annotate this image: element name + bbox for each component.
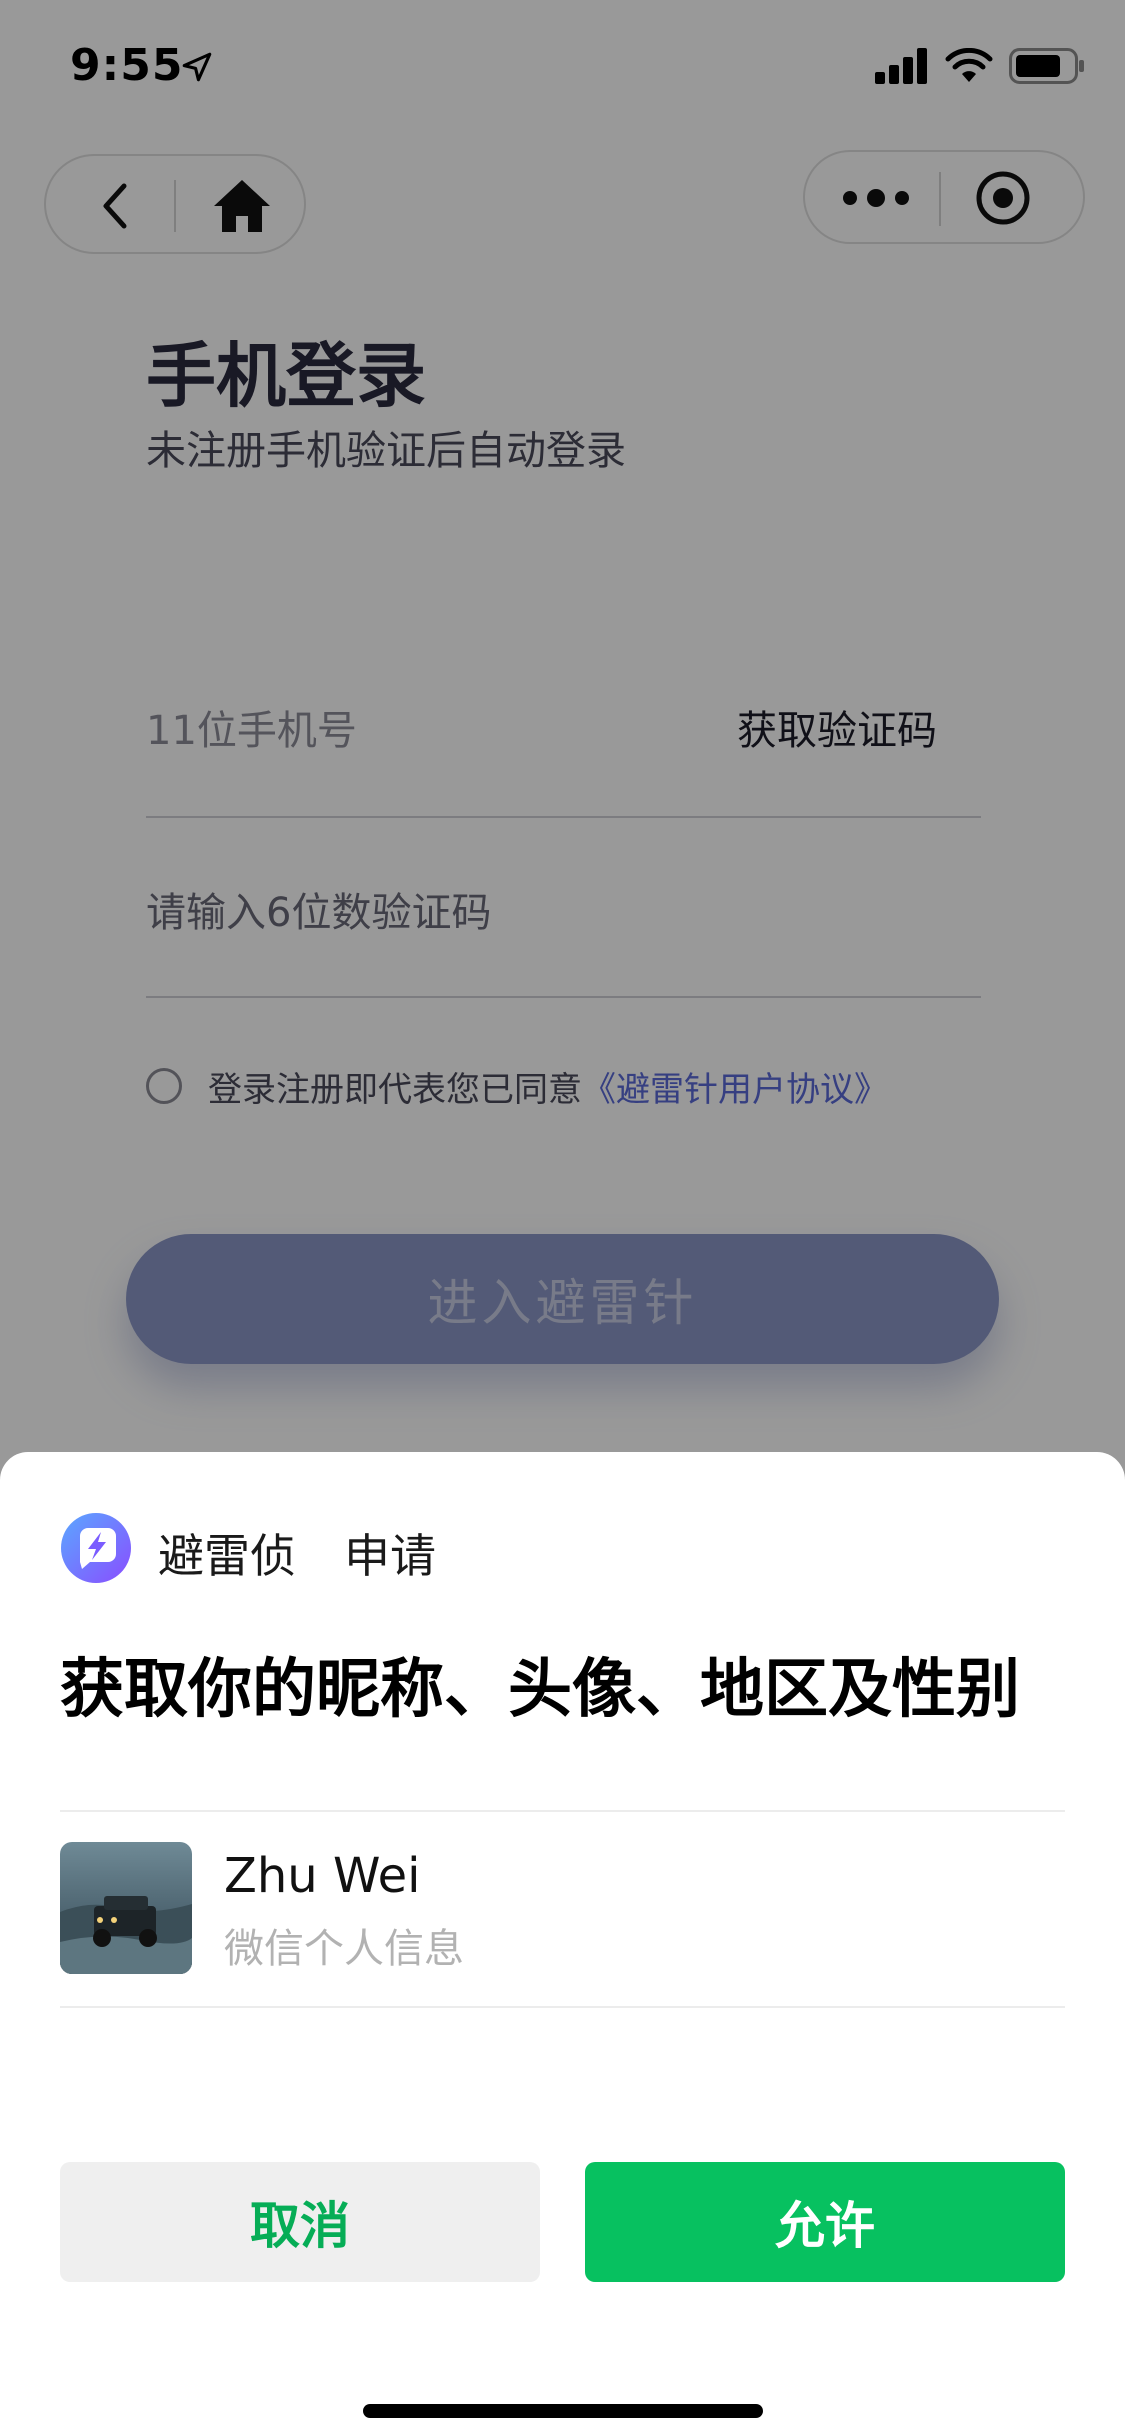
permission-request: 获取你的昵称、头像、地区及性别 [60,1653,1020,1727]
auth-sheet: 避雷侦 申请 获取你的昵称、头像、地区及性别 Zhu Wei 微信个人信息 取消… [0,1452,1125,2436]
user-info-label: 微信个人信息 [224,1926,464,1972]
divider [60,2006,1065,2008]
apply-label: 申请 [344,1529,436,1583]
divider [60,1810,1065,1812]
home-indicator[interactable] [363,2404,763,2418]
cancel-button[interactable]: 取消 [60,2162,540,2282]
allow-button[interactable]: 允许 [585,2162,1065,2282]
app-logo-icon [61,1513,131,1583]
app-name: 避雷侦 [158,1529,296,1583]
wechat-miniprogram-screen: 9:55 手机登录 未注册手机验证后自动登录 11位手机号 获取验证码 请输入6… [0,0,1125,2436]
avatar [60,1842,192,1974]
user-nickname: Zhu Wei [224,1848,421,1904]
